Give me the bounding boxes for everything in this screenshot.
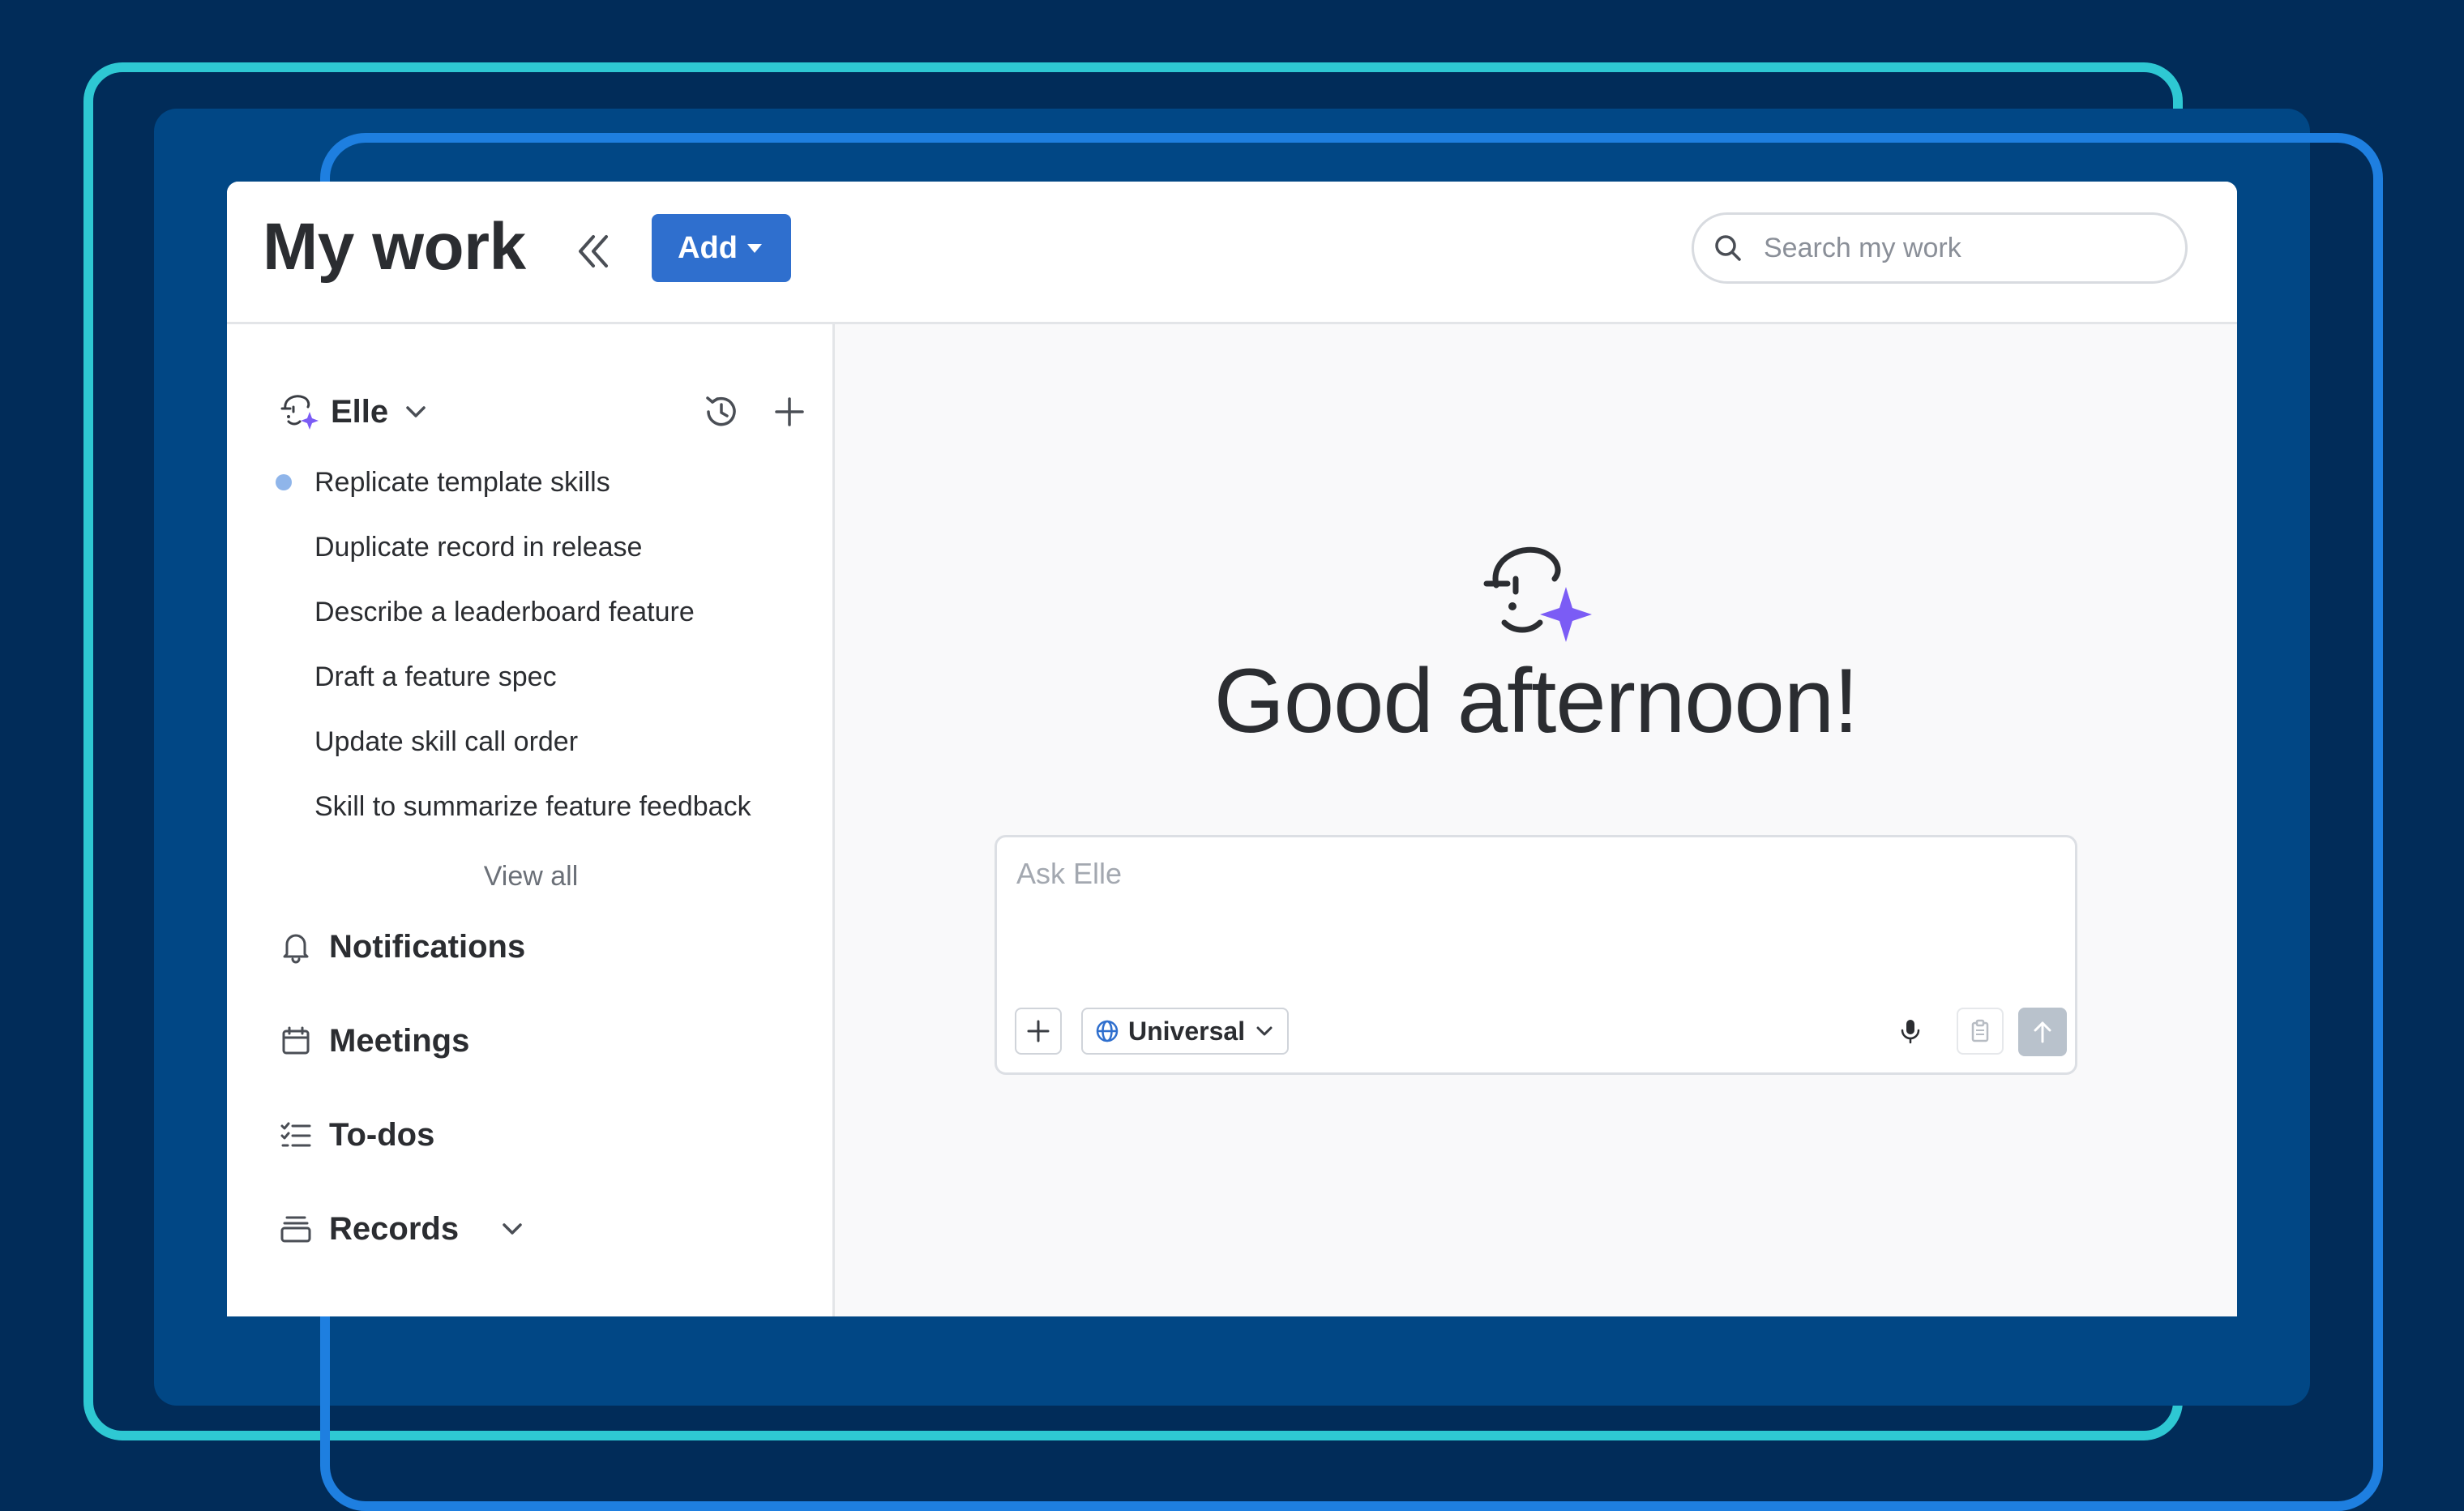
- unread-dot: [276, 474, 292, 490]
- page-header: My work Add: [227, 182, 2237, 324]
- chat-item[interactable]: Draft a feature spec: [227, 644, 835, 709]
- add-button[interactable]: Add: [652, 214, 791, 282]
- elle-assistant-icon: [1483, 546, 1592, 642]
- send-button[interactable]: [2018, 1008, 2067, 1056]
- nav-label: Records: [329, 1210, 460, 1247]
- chevron-down-icon: [406, 406, 426, 417]
- calendar-icon: [282, 1026, 310, 1055]
- chat-history-button[interactable]: [700, 391, 742, 433]
- nav-label: To-dos: [329, 1116, 435, 1153]
- plus-icon: [1027, 1020, 1050, 1042]
- caret-down-icon: [746, 244, 762, 253]
- checklist-icon: [280, 1122, 311, 1147]
- nav-label: Notifications: [329, 928, 526, 965]
- nav-notifications[interactable]: Notifications: [277, 928, 525, 965]
- new-chat-button[interactable]: [768, 391, 811, 433]
- chat-item-label: Replicate template skills: [314, 467, 610, 498]
- greeting-heading: Good afternoon!: [1213, 650, 1859, 751]
- clipboard-button[interactable]: [1957, 1008, 2004, 1055]
- voice-input-button[interactable]: [1889, 1009, 1932, 1053]
- elle-assistant-icon: [280, 395, 319, 430]
- chevron-down-icon: [503, 1223, 522, 1235]
- add-button-label: Add: [678, 230, 738, 265]
- chat-item[interactable]: Describe a leaderboard feature: [227, 580, 835, 644]
- microphone-icon: [1901, 1020, 1920, 1044]
- history-icon: [706, 396, 736, 426]
- chat-item-label: Describe a leaderboard feature: [314, 597, 695, 627]
- scope-select[interactable]: Universal: [1081, 1008, 1290, 1055]
- clipboard-icon: [1971, 1019, 1989, 1042]
- sidebar: Elle Replicate template skills Duplicate…: [227, 324, 835, 1316]
- search-input[interactable]: [1762, 231, 2154, 265]
- chat-list: Replicate template skills Duplicate reco…: [227, 450, 835, 839]
- search-box[interactable]: [1692, 212, 2188, 284]
- main-panel: Good afternoon! Universal: [835, 324, 2237, 1316]
- chat-item[interactable]: Skill to summarize feature feedback: [227, 774, 835, 839]
- nav-meetings[interactable]: Meetings: [277, 1022, 469, 1059]
- plus-icon: [775, 397, 804, 426]
- ask-composer: Universal: [995, 835, 2077, 1075]
- globe-icon: [1096, 1020, 1119, 1042]
- chat-item[interactable]: Replicate template skills: [227, 450, 835, 515]
- chat-item-label: Duplicate record in release: [314, 532, 643, 563]
- nav-label: Meetings: [329, 1022, 470, 1059]
- elle-section-toggle[interactable]: Elle: [277, 391, 432, 433]
- chat-item[interactable]: Update skill call order: [227, 709, 835, 774]
- chat-item[interactable]: Duplicate record in release: [227, 515, 835, 580]
- page-title: My work: [263, 210, 526, 284]
- chevron-down-icon: [1256, 1026, 1273, 1036]
- attach-button[interactable]: [1015, 1008, 1062, 1055]
- nav-records[interactable]: Records: [277, 1210, 528, 1248]
- arrow-up-icon: [2034, 1021, 2051, 1043]
- chat-item-label: Draft a feature spec: [314, 661, 557, 692]
- bell-icon: [283, 934, 309, 964]
- collapse-sidebar-button[interactable]: [567, 225, 619, 277]
- nav-todos[interactable]: To-dos: [277, 1116, 434, 1154]
- app-window: My work Add Search my work Elle Replicat…: [227, 182, 2237, 1316]
- records-icon: [280, 1216, 311, 1243]
- chat-item-label: Skill to summarize feature feedback: [314, 791, 751, 822]
- elle-label: Elle: [331, 393, 389, 430]
- ask-input[interactable]: [1015, 855, 2055, 956]
- scope-select-value: Universal: [1128, 1016, 1246, 1046]
- double-chevron-left-icon: [579, 235, 608, 268]
- view-all-link[interactable]: View all: [227, 861, 835, 892]
- search-icon: [1715, 235, 1741, 261]
- chat-item-label: Update skill call order: [314, 726, 579, 757]
